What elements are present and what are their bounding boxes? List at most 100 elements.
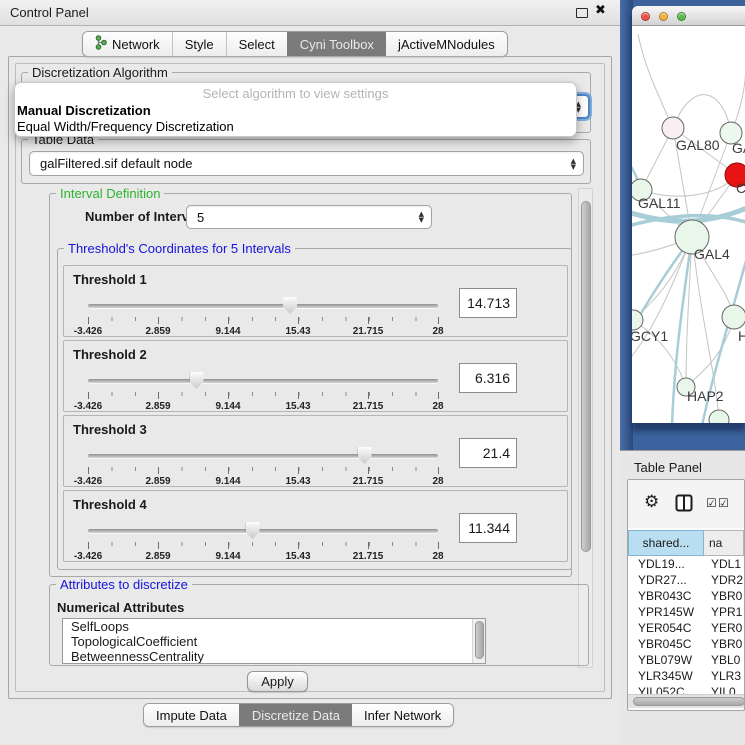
algorithm-option-manual-discretization[interactable]: Manual Discretization: [17, 103, 151, 119]
table-row[interactable]: YBR045CYBR0: [628, 636, 744, 652]
apply-button[interactable]: Apply: [247, 671, 308, 692]
numerical-attributes-list[interactable]: SelfLoopsTopologicalCoefficientBetweenne…: [62, 618, 486, 664]
mac-zoom-icon[interactable]: [677, 12, 686, 21]
close-icon[interactable]: ✖: [595, 3, 606, 18]
column-header-2[interactable]: na: [704, 530, 744, 556]
threshold-row-4: Threshold 4 -3.4262.8599.14415.4321.71528…: [63, 490, 568, 562]
numerical-attributes-label: Numerical Attributes: [57, 600, 184, 615]
attributes-scrollbar[interactable]: [472, 619, 485, 663]
list-item-selfloops[interactable]: SelfLoops: [63, 619, 485, 634]
cell-name: YLR3: [704, 668, 744, 684]
table-row[interactable]: YER054CYER0: [628, 620, 744, 636]
scrollbar-thumb[interactable]: [475, 621, 484, 659]
tab-label: Infer Network: [364, 708, 441, 723]
network-node-h[interactable]: [722, 305, 745, 329]
threshold-slider[interactable]: -3.4262.8599.14415.4321.71528: [88, 371, 438, 411]
combo-arrows-icon: ▲▼: [571, 158, 576, 170]
slider-major-tick: [228, 317, 229, 324]
slider-major-tick: [158, 467, 159, 474]
threshold-slider[interactable]: -3.4262.8599.14415.4321.71528: [88, 296, 438, 336]
checkbox-icon[interactable]: ☑: [718, 496, 729, 510]
node-label: GAL80: [676, 137, 720, 153]
tab-infer-network[interactable]: Infer Network: [352, 704, 453, 726]
screenshot-root: Control Panel ✖ Network StyleSelectCyni T…: [0, 0, 745, 745]
slider-minor-ticks: [88, 542, 438, 548]
panel-title: Control Panel: [10, 0, 89, 25]
float-window-icon[interactable]: [576, 8, 588, 18]
table-panel: Table Panel ⚙ ☑ ☑ shared...na YDL19...YD…: [620, 450, 745, 745]
slider-major-tick: [228, 392, 229, 399]
checkbox-icon[interactable]: ☑: [706, 496, 717, 510]
threshold-value-field[interactable]: 11.344: [459, 513, 517, 543]
cell-shared-name: YER054C: [628, 620, 704, 636]
table-row[interactable]: YBR043CYBR0: [628, 588, 744, 604]
slider-tick-label: 21.715: [353, 326, 384, 337]
network-window-titlebar[interactable]: [632, 6, 745, 26]
tab-jactivemnodules[interactable]: jActiveMNodules: [386, 32, 507, 56]
slider-track: [88, 379, 438, 383]
scrollbar-thumb[interactable]: [581, 201, 591, 552]
tab-cyni-toolbox[interactable]: Cyni Toolbox: [287, 32, 386, 56]
slider-thumb[interactable]: [358, 447, 372, 464]
slider-tick-label: -3.426: [74, 551, 102, 562]
slider-tick-label: 9.144: [215, 551, 240, 562]
slider-tick-label: 15.43: [285, 401, 310, 412]
threshold-label: Threshold 3: [73, 422, 147, 437]
mac-minimize-icon[interactable]: [659, 12, 668, 21]
column-header-1[interactable]: shared...: [628, 530, 704, 556]
tab-network[interactable]: Network: [83, 32, 172, 56]
columns-icon[interactable]: [675, 494, 693, 512]
tab-impute-data[interactable]: Impute Data: [144, 704, 239, 726]
tab-select[interactable]: Select: [226, 32, 287, 56]
list-item-topologicalcoefficient[interactable]: TopologicalCoefficient: [63, 634, 485, 649]
attribute-items: SelfLoopsTopologicalCoefficientBetweenne…: [63, 619, 485, 664]
network-canvas[interactable]: GAL80GACGAL11GAL4GCY1HHAP2: [632, 26, 745, 423]
threshold-label: Threshold 4: [73, 497, 147, 512]
table-panel-title: Table Panel: [634, 460, 702, 475]
thresholds-group-title: Threshold's Coordinates for 5 Intervals: [64, 241, 295, 256]
table-row[interactable]: YLR345WYLR3: [628, 668, 744, 684]
slider-major-tick: [368, 467, 369, 474]
table-row[interactable]: YBL079WYBL0: [628, 652, 744, 668]
tab-style[interactable]: Style: [172, 32, 226, 56]
table-data-combobox[interactable]: galFiltered.sif default node ▲▼: [29, 151, 584, 176]
slider-tick-label: 9.144: [215, 401, 240, 412]
threshold-value-field[interactable]: 6.316: [459, 363, 517, 393]
cell-name: YIL0: [704, 684, 744, 694]
thresholds-group: Threshold's Coordinates for 5 Intervals …: [57, 248, 572, 570]
slider-major-tick: [438, 392, 439, 399]
table-row[interactable]: YIL052CYIL0: [628, 684, 744, 694]
slider-track: [88, 529, 438, 533]
threshold-slider[interactable]: -3.4262.8599.14415.4321.71528: [88, 521, 438, 561]
slider-major-tick: [88, 467, 89, 474]
list-item-betweennesscentrality[interactable]: BetweennessCentrality: [63, 649, 485, 664]
network-icon: [95, 35, 107, 53]
slider-track: [88, 304, 438, 308]
threshold-value-field[interactable]: 14.713: [459, 288, 517, 318]
table-row[interactable]: YDR27...YDR2: [628, 572, 744, 588]
mac-close-icon[interactable]: [641, 12, 650, 21]
tab-discretize-data[interactable]: Discretize Data: [239, 704, 352, 726]
number-of-intervals-combobox[interactable]: 5 ▲▼: [186, 205, 432, 229]
slider-thumb[interactable]: [283, 297, 297, 314]
threshold-value-field[interactable]: 21.4: [459, 438, 517, 468]
slider-thumb[interactable]: [246, 522, 260, 539]
algorithm-option-equal-width-frequency-discretization[interactable]: Equal Width/Frequency Discretization: [17, 119, 234, 135]
tab-label: Network: [112, 37, 160, 52]
network-node-gal80[interactable]: [662, 117, 684, 139]
gear-icon[interactable]: ⚙: [644, 492, 659, 512]
node-label: HAP2: [687, 388, 724, 404]
table-row[interactable]: YDL19...YDL1: [628, 556, 744, 572]
cell-shared-name: YLR345W: [628, 668, 704, 684]
node-label: C: [736, 180, 745, 196]
table-horizontal-scrollbar[interactable]: [628, 694, 744, 708]
scrollbar-thumb[interactable]: [633, 697, 745, 706]
cell-shared-name: YBR045C: [628, 636, 704, 652]
slider-tick-label: 28: [432, 476, 443, 487]
threshold-slider[interactable]: -3.4262.8599.14415.4321.71528: [88, 446, 438, 486]
threshold-label: Threshold 1: [73, 272, 147, 287]
slider-thumb[interactable]: [190, 372, 204, 389]
cell-shared-name: YPR145W: [628, 604, 704, 620]
table-row[interactable]: YPR145WYPR1: [628, 604, 744, 620]
network-node[interactable]: [709, 410, 729, 423]
